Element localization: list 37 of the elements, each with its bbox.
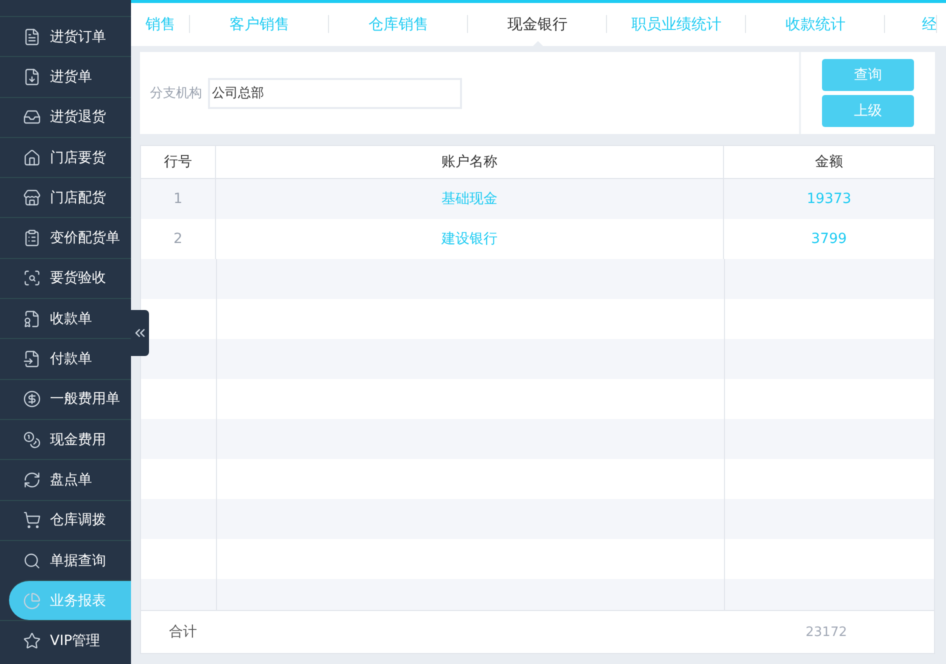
tray-icon <box>23 108 41 126</box>
branch-field[interactable]: 公司总部 <box>208 78 462 108</box>
shop-icon <box>23 188 41 207</box>
sidebar-item[interactable]: VIP管理 <box>0 620 131 661</box>
tab[interactable]: 现金银行 <box>468 3 607 46</box>
total-value: 23172 <box>806 624 847 640</box>
document-icon <box>23 350 41 368</box>
sidebar-item[interactable]: 仓库调拨 <box>0 500 131 540</box>
sidebar-item[interactable]: 门店配货 <box>0 177 131 218</box>
document-icon <box>23 28 41 46</box>
search-icon <box>23 552 41 570</box>
column-header: 行号 <box>141 146 216 179</box>
house-icon <box>23 148 41 167</box>
star-icon <box>23 632 41 650</box>
total-label: 合计 <box>169 623 197 641</box>
sidebar-item[interactable]: 门店要货 <box>0 136 131 178</box>
row-number: 1 <box>141 179 216 219</box>
magnifier-icon <box>23 269 41 288</box>
clipboard-icon <box>23 229 41 248</box>
column-header: 账户名称 <box>216 146 724 179</box>
coins-icon <box>23 430 41 449</box>
field-label: 分支机构 <box>150 85 202 102</box>
sidebar-item[interactable]: 要货验收 <box>0 258 131 298</box>
cart-icon <box>23 511 41 530</box>
collapse-handle[interactable] <box>131 310 149 356</box>
dollar-coin-icon <box>23 390 41 408</box>
cycle-icon <box>23 470 41 489</box>
document-icon <box>23 68 41 86</box>
sidebar-item[interactable]: 进货退货 <box>0 96 131 137</box>
sidebar-item[interactable]: 一般费用单 <box>0 378 131 419</box>
document-icon <box>23 310 41 328</box>
pie-chart-icon <box>23 592 41 610</box>
sidebar-item[interactable]: 进货单 <box>0 56 131 97</box>
sidebar-item[interactable]: 变价配货单 <box>0 217 131 258</box>
sidebar-item[interactable]: 现金费用 <box>0 418 131 460</box>
sidebar-item[interactable]: 盘点单 <box>0 459 131 500</box>
sidebar-item[interactable]: 付款单 <box>0 338 131 379</box>
